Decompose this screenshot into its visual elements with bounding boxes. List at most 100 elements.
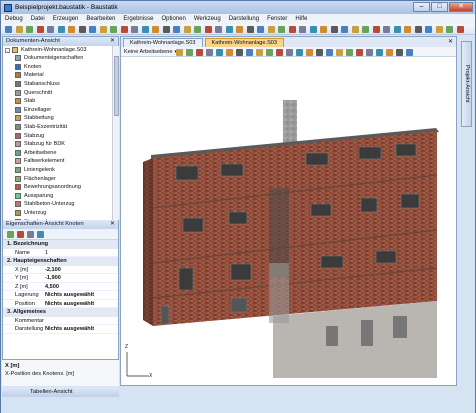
property-row[interactable]: Position Nichts ausgewählt — [3, 300, 118, 308]
3d-viewport[interactable]: Z X — [121, 58, 456, 385]
tree-item[interactable]: Flächenlager — [3, 174, 112, 183]
view-toolbar-button[interactable] — [356, 48, 363, 56]
view-toolbar-button[interactable] — [196, 48, 203, 56]
menu-erzeugen[interactable]: Erzeugen — [53, 16, 79, 22]
view-toolbar-button[interactable] — [286, 48, 293, 56]
view-toolbar-button[interactable] — [266, 48, 273, 56]
workplane-dropdown[interactable]: Keine Arbeitsebene — [124, 49, 173, 55]
property-row[interactable]: Z [m] 4,500 — [3, 283, 118, 291]
menu-darstellung[interactable]: Darstellung — [229, 16, 259, 22]
toolbar-button[interactable] — [404, 26, 411, 33]
tree-item[interactable]: Stabzug für BDK — [3, 140, 112, 149]
toolbar-button[interactable] — [78, 26, 86, 33]
toolbar-button[interactable] — [425, 26, 432, 33]
minimize-button[interactable]: – — [413, 2, 430, 12]
doc-tab[interactable]: Kathrein-Wohnanlage.S03 — [123, 38, 203, 47]
toolbar-button[interactable] — [26, 26, 33, 33]
tree-item[interactable]: Stabanschluss — [3, 80, 112, 89]
menu-bearbeiten[interactable]: Bearbeiten — [86, 16, 115, 22]
tree-item[interactable]: Bewehrungsanordnung — [3, 183, 112, 192]
props-section-header[interactable]: 1. Bezeichnung — [3, 240, 118, 249]
toolbar-button[interactable] — [320, 26, 327, 33]
toolbar-button[interactable] — [225, 26, 233, 33]
toolbar-button[interactable] — [309, 26, 317, 33]
property-value[interactable]: -1,900 — [45, 274, 118, 282]
property-row[interactable]: Name 1 — [3, 249, 118, 257]
tree-item[interactable]: Material — [3, 71, 112, 80]
toolbar-button[interactable] — [120, 26, 128, 33]
view-toolbar-button[interactable] — [326, 48, 333, 56]
toolbar-button[interactable] — [173, 26, 180, 33]
toolbar-button[interactable] — [204, 26, 212, 33]
toolbar-button[interactable] — [89, 26, 96, 33]
toolbar-button[interactable] — [15, 26, 23, 33]
tree-item[interactable]: Knoten — [3, 63, 112, 72]
property-value[interactable] — [45, 317, 118, 325]
property-value[interactable]: 4,500 — [45, 283, 118, 291]
menu-werkzeug[interactable]: Werkzeug — [194, 16, 221, 22]
property-value[interactable]: -2,100 — [45, 266, 118, 274]
props-toolbar-button[interactable] — [37, 231, 44, 238]
props-toolbar-button[interactable] — [27, 231, 34, 238]
toolbar-button[interactable] — [36, 26, 44, 33]
props-toolbar-button[interactable] — [7, 231, 14, 238]
toolbar-button[interactable] — [162, 26, 170, 33]
toolbar-button[interactable] — [383, 26, 390, 33]
toolbar-button[interactable] — [257, 26, 264, 33]
scrollbar-thumb[interactable] — [114, 56, 119, 116]
tree-item[interactable]: Stab-Exzentrizität — [3, 123, 112, 132]
toolbar-button[interactable] — [194, 26, 201, 33]
toolbar-button[interactable] — [57, 26, 65, 33]
view-toolbar-button[interactable] — [296, 48, 303, 56]
view-toolbar-button[interactable] — [336, 48, 343, 56]
toolbar-button[interactable] — [299, 26, 306, 33]
tree-item[interactable]: Arbeitsebene — [3, 149, 112, 158]
toolbar-button[interactable] — [330, 26, 338, 33]
close-icon[interactable]: ✕ — [448, 38, 453, 45]
tree-item[interactable]: Aussparung — [3, 192, 112, 201]
collapse-icon[interactable]: - — [5, 47, 10, 53]
property-row[interactable]: X [m] -2,100 — [3, 266, 118, 274]
toolbar-button[interactable] — [414, 26, 422, 33]
tree-item[interactable]: Einzellager — [3, 106, 112, 115]
property-row[interactable]: Lagerung Nichts ausgewählt — [3, 291, 118, 300]
tree-item[interactable]: Dokumenteigenschaften — [3, 54, 112, 63]
tab-projekt-ansicht[interactable]: Projekt-Ansicht — [461, 41, 472, 127]
toolbar-button[interactable] — [215, 26, 222, 33]
tree-item[interactable]: Stab — [3, 97, 112, 106]
menu-optionen[interactable]: Optionen — [161, 16, 185, 22]
property-value[interactable]: Nichts ausgewählt — [45, 291, 118, 299]
props-section-header[interactable]: 2. Haupteigenschaften — [3, 257, 118, 266]
menu-debug[interactable]: Debug — [5, 16, 23, 22]
property-value[interactable]: Nichts ausgewählt — [45, 325, 118, 333]
toolbar-button[interactable] — [456, 26, 464, 33]
toolbar-button[interactable] — [5, 26, 12, 33]
toolbar-button[interactable] — [351, 26, 359, 33]
toolbar-button[interactable] — [152, 26, 159, 33]
view-toolbar-button[interactable] — [236, 48, 243, 56]
tree-item[interactable]: Querschnitt — [3, 88, 112, 97]
menu-hilfe[interactable]: Hilfe — [295, 16, 307, 22]
close-icon[interactable]: ✕ — [110, 220, 115, 229]
view-toolbar-button[interactable] — [396, 48, 403, 56]
property-value[interactable]: 1 — [45, 249, 118, 257]
view-toolbar-button[interactable] — [306, 48, 313, 56]
view-toolbar-button[interactable] — [246, 48, 253, 56]
tree-scrollbar[interactable] — [112, 46, 119, 220]
view-toolbar-button[interactable] — [226, 48, 233, 56]
view-toolbar-button[interactable] — [206, 48, 213, 56]
toolbar-button[interactable] — [267, 26, 275, 33]
toolbar-button[interactable] — [278, 26, 285, 33]
tree-item[interactable]: Stabbettung — [3, 114, 112, 123]
view-toolbar-button[interactable] — [346, 48, 353, 56]
view-toolbar-button[interactable] — [316, 48, 323, 56]
props-toolbar-button[interactable] — [17, 231, 24, 238]
close-button[interactable]: ✕ — [449, 2, 473, 12]
tree-root[interactable]: - Kathrein-Wohnanlage.S03 — [3, 46, 112, 54]
view-toolbar-button[interactable] — [376, 48, 383, 56]
tree-item[interactable]: Faltwerkelement — [3, 157, 112, 166]
toolbar-button[interactable] — [110, 26, 117, 33]
view-toolbar-button[interactable] — [276, 48, 283, 56]
tree-item[interactable]: Stahlbeton-Unterzug — [3, 200, 112, 209]
toolbar-button[interactable] — [68, 26, 75, 33]
